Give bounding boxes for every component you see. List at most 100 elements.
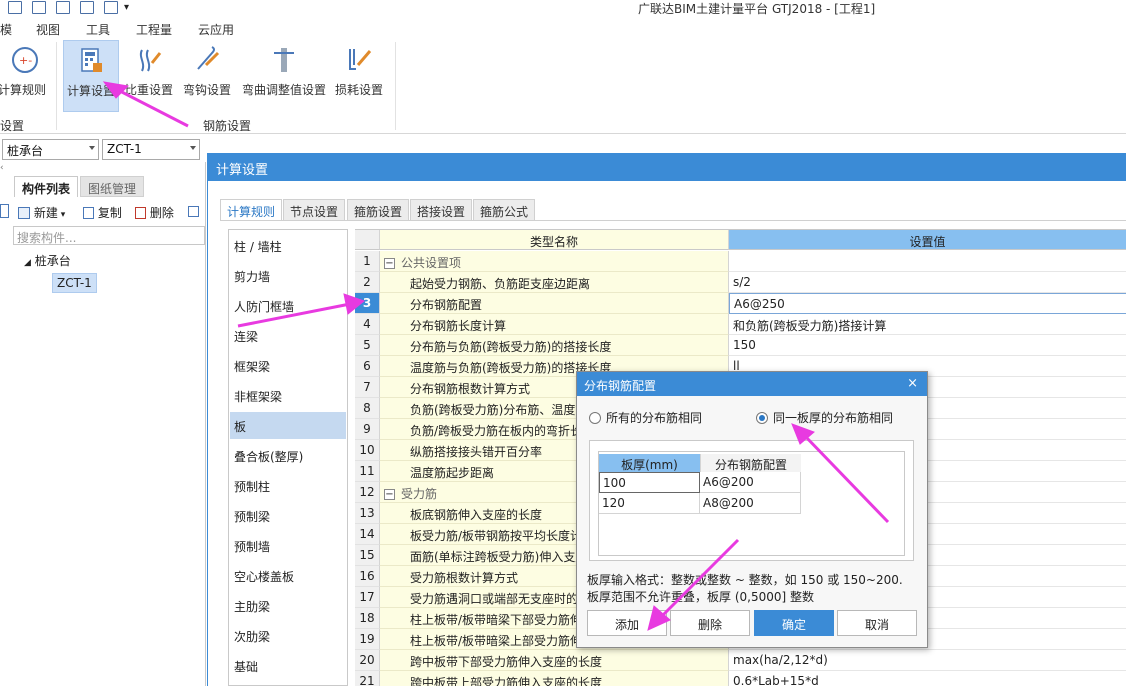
category-item[interactable]: 叠合板(整厚)	[230, 442, 346, 469]
undo-icon[interactable]	[56, 1, 70, 14]
row-number[interactable]: 19	[355, 629, 380, 650]
category-item[interactable]: 板	[230, 412, 346, 439]
menu-item-cloud[interactable]: 云应用	[198, 21, 234, 38]
row-number[interactable]: 21	[355, 671, 380, 686]
table-row[interactable]: 5 分布筋与负筋(跨板受力筋)的搭接长度 150	[355, 335, 1126, 356]
menu-item-tools[interactable]: 工具	[86, 21, 110, 38]
collapse-icon[interactable]: −	[384, 258, 395, 269]
delete-row-button[interactable]: 删除	[670, 610, 750, 636]
loss-settings-button[interactable]: 损耗设置	[332, 40, 386, 112]
menu-item-quantity[interactable]: 工程量	[136, 21, 172, 38]
table-row[interactable]: 21 跨中板带上部受力筋伸入支座的长度 0.6*Lab+15*d	[355, 671, 1126, 686]
tab-node-settings[interactable]: 节点设置	[283, 199, 346, 221]
new-button[interactable]: 新建 ▾	[18, 204, 65, 221]
column-header-value[interactable]: 设置值	[729, 230, 1126, 250]
close-icon[interactable]: ×	[907, 376, 918, 391]
menu-item-build[interactable]: 模	[0, 21, 12, 38]
weight-settings-button[interactable]: 比重设置	[122, 40, 176, 112]
category-item[interactable]: 非框架梁	[230, 382, 346, 409]
table-row[interactable]: 4 分布钢筋长度计算 和负筋(跨板受力筋)搭接计算	[355, 314, 1126, 335]
category-item[interactable]: 柱 / 墙柱	[230, 232, 346, 259]
calc-settings-button[interactable]: 计算设置	[63, 40, 119, 112]
category-item[interactable]: 框架梁	[230, 352, 346, 379]
row-number[interactable]: 9	[355, 419, 380, 440]
row-number[interactable]: 17	[355, 587, 380, 608]
row-number[interactable]: 14	[355, 524, 380, 545]
row-number[interactable]: 11	[355, 461, 380, 482]
search-component-input[interactable]: 搜索构件...	[13, 226, 205, 245]
delete-button[interactable]: 删除	[135, 204, 174, 221]
tab-stirrup-settings[interactable]: 箍筋设置	[347, 199, 410, 221]
tab-lap-settings[interactable]: 搭接设置	[410, 199, 473, 221]
menu-item-view[interactable]: 视图	[36, 21, 60, 38]
grid-icon[interactable]	[80, 1, 94, 14]
tree-expand-icon[interactable]: ◢	[24, 258, 31, 268]
row-number[interactable]: 4	[355, 314, 380, 335]
row-number[interactable]: 13	[355, 503, 380, 524]
column-header-thickness[interactable]: 板厚(mm)	[599, 454, 700, 472]
tab-drawing-management[interactable]: 图纸管理	[80, 176, 145, 197]
row-value-cell[interactable]: 0.6*Lab+15*d	[729, 671, 1126, 686]
thickness-cell[interactable]: 120	[599, 493, 700, 514]
preview-icon[interactable]	[32, 1, 46, 14]
hook-settings-button[interactable]: 弯钩设置	[180, 40, 234, 112]
row-number[interactable]: 16	[355, 566, 380, 587]
column-header-name[interactable]: 类型名称	[380, 230, 729, 250]
category-item[interactable]: 剪力墙	[230, 262, 346, 289]
thickness-cell[interactable]: 100	[599, 472, 700, 493]
radio-same-thickness[interactable]: 同一板厚的分布筋相同	[756, 409, 893, 426]
row-value-cell[interactable]	[729, 251, 1126, 272]
ok-button[interactable]: 确定	[754, 610, 834, 636]
category-item[interactable]: 人防门框墙	[230, 292, 346, 319]
radio-all-same[interactable]: 所有的分布筋相同	[589, 409, 702, 426]
category-item[interactable]: 次肋梁	[230, 622, 346, 649]
tree-node-zct-1[interactable]: ZCT-1	[52, 273, 97, 293]
category-item[interactable]: 预制墙	[230, 532, 346, 559]
row-number[interactable]: 8	[355, 398, 380, 419]
component-instance-select[interactable]: ZCT-1	[102, 139, 200, 160]
calc-rules-button[interactable]: +- 计算规则	[0, 40, 50, 112]
collapse-icon[interactable]: ‹	[0, 163, 4, 173]
category-item[interactable]: 空心楼盖板	[230, 562, 346, 589]
category-item[interactable]: 预制柱	[230, 472, 346, 499]
add-button[interactable]: 添加	[587, 610, 667, 636]
quick-access-dropdown-icon[interactable]: ▾	[124, 2, 129, 13]
row-number[interactable]: 1	[355, 251, 380, 272]
tab-calc-rules[interactable]: 计算规则	[220, 199, 283, 221]
row-number[interactable]: 3	[355, 293, 380, 314]
category-item[interactable]: 基础	[230, 652, 346, 679]
row-number[interactable]: 7	[355, 377, 380, 398]
more-icon[interactable]	[188, 204, 199, 218]
row-value-cell[interactable]: A6@250	[729, 293, 1126, 314]
bend-adjust-settings-button[interactable]: 弯曲调整值设置	[238, 40, 330, 112]
table-row[interactable]: 20 跨中板带下部受力筋伸入支座的长度 max(ha/2,12*d)	[355, 650, 1126, 671]
category-item[interactable]: 预制梁	[230, 502, 346, 529]
config-cell[interactable]: A8@200	[700, 493, 801, 514]
tab-component-list[interactable]: 构件列表	[14, 176, 79, 197]
column-header-config[interactable]: 分布钢筋配置	[700, 454, 801, 472]
save-icon[interactable]	[8, 1, 22, 14]
collapse-icon[interactable]: −	[384, 489, 395, 500]
table-row[interactable]: 3 分布钢筋配置 A6@250	[355, 293, 1126, 314]
row-number[interactable]: 10	[355, 440, 380, 461]
tab-stirrup-formula[interactable]: 箍筋公式	[473, 199, 536, 221]
row-value-cell[interactable]: 150	[729, 335, 1126, 356]
row-number[interactable]: 5	[355, 335, 380, 356]
config-cell[interactable]: A6@200	[700, 472, 801, 493]
component-type-select[interactable]: 桩承台	[2, 139, 99, 160]
category-item[interactable]: 主肋梁	[230, 592, 346, 619]
row-number[interactable]: 20	[355, 650, 380, 671]
row-number[interactable]: 6	[355, 356, 380, 377]
row-number[interactable]: 18	[355, 608, 380, 629]
row-number[interactable]: 15	[355, 545, 380, 566]
row-value-cell[interactable]: 和负筋(跨板受力筋)搭接计算	[729, 314, 1126, 335]
row-number[interactable]: 12	[355, 482, 380, 503]
table-row[interactable]: 2 起始受力钢筋、负筋距支座边距离 s/2	[355, 272, 1126, 293]
category-item[interactable]: 连梁	[230, 322, 346, 349]
row-number[interactable]: 2	[355, 272, 380, 293]
table-row[interactable]: 1− 公共设置项	[355, 251, 1126, 272]
cancel-button[interactable]: 取消	[837, 610, 917, 636]
tree-node-pile-cap[interactable]: ◢ 桩承台	[24, 252, 71, 269]
row-value-cell[interactable]: max(ha/2,12*d)	[729, 650, 1126, 671]
row-value-cell[interactable]: s/2	[729, 272, 1126, 293]
